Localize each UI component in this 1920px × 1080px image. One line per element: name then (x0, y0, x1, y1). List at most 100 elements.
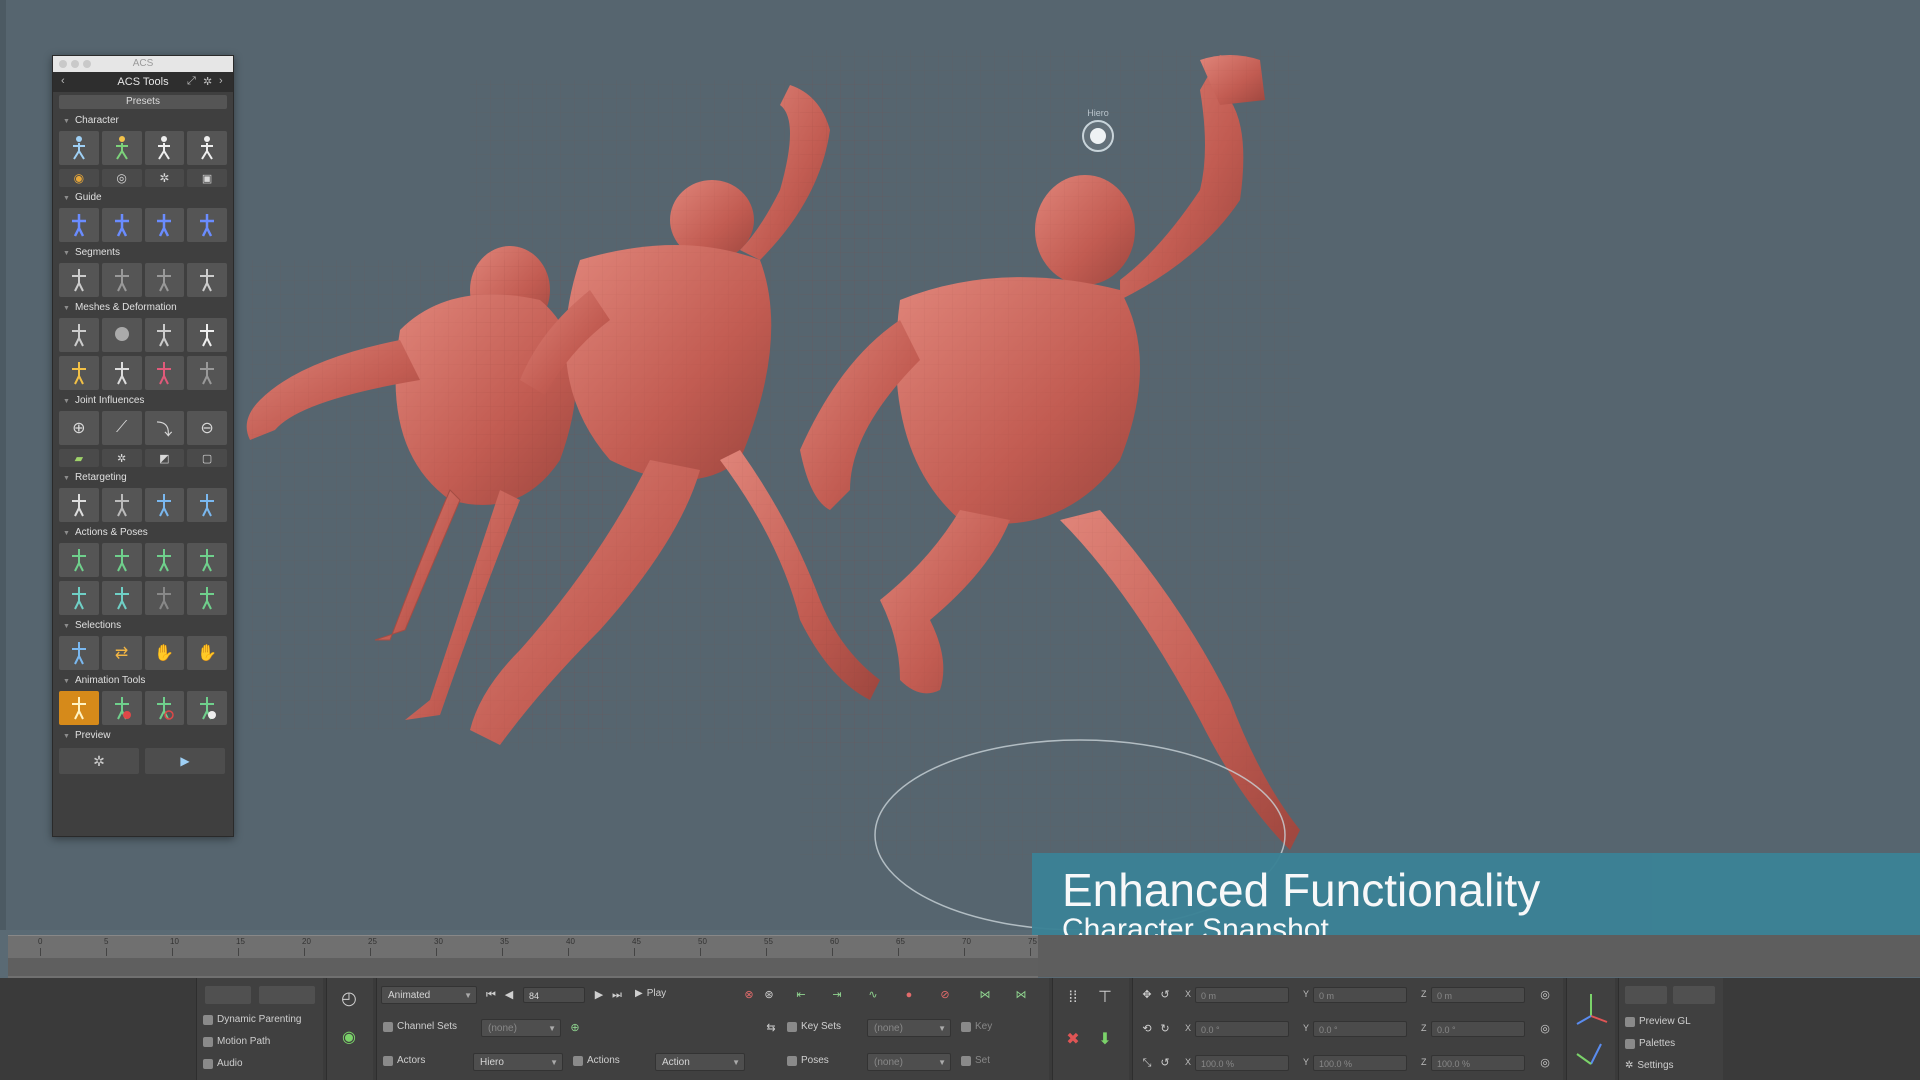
pin-icon[interactable]: ⊤ (1097, 990, 1113, 1006)
record-icon[interactable]: ● (901, 987, 917, 1003)
pos-x-field[interactable]: 0 m (1195, 987, 1289, 1003)
character-pose-tool[interactable] (144, 131, 185, 165)
camera-icon[interactable]: ▣ (187, 169, 227, 187)
section-segments[interactable]: ▼ Segments (53, 244, 233, 261)
first-frame-icon[interactable]: ⏮ (483, 987, 499, 1003)
presets-button[interactable]: Presets (59, 95, 227, 109)
guide-tool-2[interactable] (101, 208, 142, 242)
guide-tool-4[interactable] (187, 208, 227, 242)
segment-tool-1[interactable] (59, 263, 99, 297)
mesh-tool-6[interactable] (101, 356, 142, 390)
retarget-tool-1[interactable] (59, 488, 99, 522)
character-hud[interactable]: Hiero (1078, 108, 1118, 154)
world-axis-icon[interactable] (1571, 1034, 1611, 1074)
settings-icon[interactable]: ✲ (144, 169, 185, 187)
joint-gradient-icon[interactable]: ◩ (144, 449, 185, 467)
select-hand-red-tool[interactable]: ✋ (144, 636, 185, 670)
grid-dots-icon[interactable]: ⁞⁞ (1065, 990, 1081, 1006)
scl-y-field[interactable]: 100.0 % (1313, 1055, 1407, 1071)
section-retargeting[interactable]: ▼ Retargeting (53, 469, 233, 486)
scl-x-field[interactable]: 100.0 % (1195, 1055, 1289, 1071)
section-preview[interactable]: ▼ Preview (53, 727, 233, 744)
timeline-track[interactable] (8, 958, 1038, 976)
rot-lock-icon[interactable]: ◎ (1537, 1021, 1553, 1037)
segment-tool-4[interactable] (187, 263, 227, 297)
anim-record-tool[interactable] (101, 691, 142, 725)
chevron-right-icon[interactable]: › (219, 75, 223, 87)
pos-y-field[interactable]: 0 m (1313, 987, 1407, 1003)
actions-item[interactable]: Actions (573, 1055, 620, 1066)
guide-tool-3[interactable] (144, 208, 185, 242)
retarget-tool-2[interactable] (101, 488, 142, 522)
key-curve-icon[interactable]: ∿ (865, 987, 881, 1003)
channel-sets-item[interactable]: Channel Sets (383, 1021, 457, 1032)
key-sets-item[interactable]: Key Sets (787, 1021, 841, 1032)
rot-z-field[interactable]: 0.0 ° (1431, 1021, 1525, 1037)
pos-lock-icon[interactable]: ◎ (1537, 987, 1553, 1003)
action-tool-2[interactable] (101, 543, 142, 577)
record-key-icon[interactable]: ⊗ (741, 987, 757, 1003)
timeline[interactable]: 0 5 10 15 20 25 30 35 40 45 50 55 60 65 70 75 (8, 935, 1038, 978)
action-dropdown[interactable]: Action ▼ (655, 1053, 745, 1071)
joint-clear-icon[interactable]: ▢ (187, 449, 227, 467)
mesh-tool-8[interactable] (187, 356, 227, 390)
key-sets-toggle-icon[interactable]: ⇆ (763, 1020, 779, 1036)
motion-path-item[interactable]: Motion Path (203, 1036, 270, 1047)
pose-tool-4[interactable] (187, 581, 227, 615)
section-actions[interactable]: ▼ Actions & Poses (53, 524, 233, 541)
channel-sets-dropdown[interactable]: (none) ▼ (481, 1019, 561, 1037)
joint-paint-icon[interactable]: ▰ (59, 449, 99, 467)
timeline-extension[interactable] (1038, 935, 1920, 977)
prev-frame-icon[interactable]: ◀ (501, 987, 517, 1003)
rot-x-field[interactable]: 0.0 ° (1195, 1021, 1289, 1037)
joint-tool-4[interactable]: ⊖ (187, 411, 227, 445)
next-marker-icon[interactable]: ⋈ (1013, 987, 1029, 1003)
palette-titlebar[interactable]: ACS (53, 56, 233, 72)
position-icon[interactable]: ✥ (1139, 987, 1155, 1003)
record-toggle-icon[interactable]: ◉ (341, 1030, 357, 1046)
preview-gl-item[interactable]: Preview GL (1625, 1016, 1691, 1027)
pose-tool-2[interactable] (101, 581, 142, 615)
stopwatch-icon[interactable]: ◴ (341, 989, 357, 1007)
key-filter-button[interactable] (205, 986, 251, 1004)
select-arrow-tool[interactable]: ⇄ (101, 636, 142, 670)
eye-icon[interactable]: ◎ (101, 169, 142, 187)
dynamic-parenting-item[interactable]: Dynamic Parenting (203, 1014, 301, 1025)
mesh-tool-5[interactable] (59, 356, 99, 390)
character-edit-tool[interactable] (101, 131, 142, 165)
preview-settings-button[interactable]: ✲ (59, 748, 139, 774)
preview-play-button[interactable]: ▶ (145, 748, 225, 774)
key-button[interactable]: Key (961, 1021, 992, 1032)
poses-item[interactable]: Poses (787, 1055, 829, 1066)
mesh-tool-2[interactable] (101, 318, 142, 352)
apply-down-icon[interactable]: ⬇ (1097, 1032, 1113, 1048)
section-meshes[interactable]: ▼ Meshes & Deformation (53, 299, 233, 316)
pos-z-field[interactable]: 0 m (1431, 987, 1525, 1003)
next-key-icon[interactable]: ⇥ (829, 987, 845, 1003)
mesh-tool-7[interactable] (144, 356, 185, 390)
palettes-item[interactable]: Palettes (1625, 1038, 1675, 1049)
character-create-tool[interactable] (59, 131, 99, 165)
mesh-tool-3[interactable] (144, 318, 185, 352)
anim-info-tool[interactable] (187, 691, 227, 725)
anim-key-tool[interactable] (144, 691, 185, 725)
action-tool-1[interactable] (59, 543, 99, 577)
target-icon[interactable]: ◉ (59, 169, 99, 187)
rot-y-field[interactable]: 0.0 ° (1313, 1021, 1407, 1037)
mesh-tool-4[interactable] (187, 318, 227, 352)
action-tool-4[interactable] (187, 543, 227, 577)
joint-settings-icon[interactable]: ✲ (101, 449, 142, 467)
scale-icon[interactable]: ⤡ (1139, 1055, 1155, 1071)
next-frame-icon[interactable]: ▶ (591, 987, 607, 1003)
prev-marker-icon[interactable]: ⋈ (977, 987, 993, 1003)
snapshot-tool[interactable] (59, 691, 99, 725)
actors-item[interactable]: Actors (383, 1055, 425, 1066)
axis-gizmo-icon[interactable] (1571, 986, 1611, 1026)
section-animation[interactable]: ▼ Animation Tools (53, 672, 233, 689)
rotation-reset-icon[interactable]: ↻ (1157, 1021, 1173, 1037)
channel-sets-add-icon[interactable]: ⊕ (567, 1020, 583, 1036)
layout-button-1[interactable] (1625, 986, 1667, 1004)
prev-key-icon[interactable]: ⇤ (793, 987, 809, 1003)
mesh-tool-1[interactable] (59, 318, 99, 352)
segment-tool-3[interactable] (144, 263, 185, 297)
